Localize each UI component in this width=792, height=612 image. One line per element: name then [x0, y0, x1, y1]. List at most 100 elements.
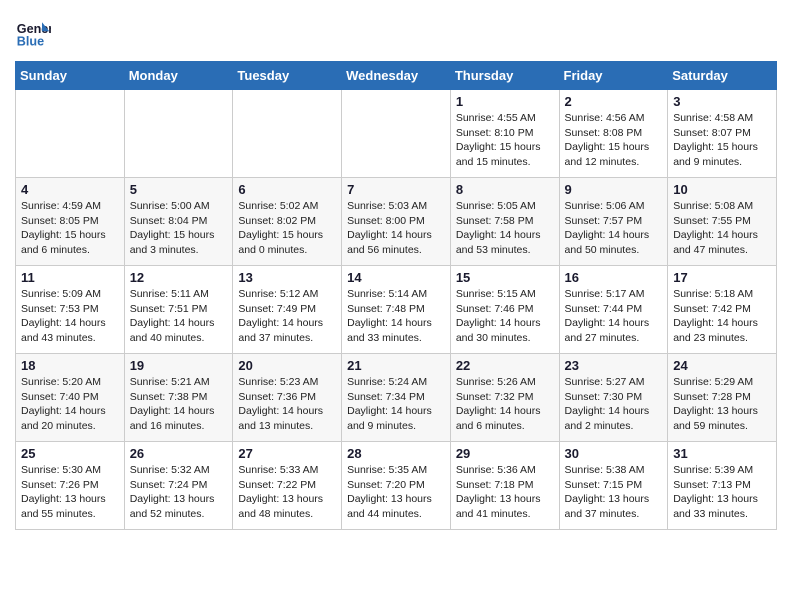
day-number: 8: [456, 182, 554, 197]
calendar-week-row: 11Sunrise: 5:09 AM Sunset: 7:53 PM Dayli…: [16, 266, 777, 354]
day-number: 25: [21, 446, 119, 461]
day-number: 26: [130, 446, 228, 461]
weekday-header: Tuesday: [233, 62, 342, 90]
day-number: 14: [347, 270, 445, 285]
weekday-header: Saturday: [668, 62, 777, 90]
day-info: Sunrise: 5:06 AM Sunset: 7:57 PM Dayligh…: [565, 199, 663, 258]
calendar-cell: 6 Sunrise: 5:02 AM Sunset: 8:02 PM Daylig…: [233, 178, 342, 266]
calendar-cell: 22Sunrise: 5:26 AM Sunset: 7:32 PM Dayli…: [450, 354, 559, 442]
day-number: 30: [565, 446, 663, 461]
weekday-row: SundayMondayTuesdayWednesdayThursdayFrid…: [16, 62, 777, 90]
day-number: 31: [673, 446, 771, 461]
day-info: Sunrise: 5:33 AM Sunset: 7:22 PM Dayligh…: [238, 463, 336, 522]
day-number: 11: [21, 270, 119, 285]
day-number: 3: [673, 94, 771, 109]
day-info: Sunrise: 5:23 AM Sunset: 7:36 PM Dayligh…: [238, 375, 336, 434]
day-info: Sunrise: 5:18 AM Sunset: 7:42 PM Dayligh…: [673, 287, 771, 346]
day-info: Sunrise: 5:15 AM Sunset: 7:46 PM Dayligh…: [456, 287, 554, 346]
calendar-cell: [124, 90, 233, 178]
calendar-cell: 24 Sunrise: 5:29 AM Sunset: 7:28 PM Dayli…: [668, 354, 777, 442]
day-info: Sunrise: 5:32 AM Sunset: 7:24 PM Dayligh…: [130, 463, 228, 522]
day-number: 22: [456, 358, 554, 373]
calendar-cell: 4 Sunrise: 4:59 AM Sunset: 8:05 PM Daylig…: [16, 178, 125, 266]
day-number: 9: [565, 182, 663, 197]
calendar-cell: 27 Sunrise: 5:33 AM Sunset: 7:22 PM Dayli…: [233, 442, 342, 530]
calendar-cell: 1Sunrise: 4:55 AM Sunset: 8:10 PM Daylig…: [450, 90, 559, 178]
calendar-cell: 29 Sunrise: 5:36 AM Sunset: 7:18 PM Dayli…: [450, 442, 559, 530]
calendar-cell: 12 Sunrise: 5:11 AM Sunset: 7:51 PM Dayli…: [124, 266, 233, 354]
calendar-cell: [342, 90, 451, 178]
day-info: Sunrise: 5:36 AM Sunset: 7:18 PM Dayligh…: [456, 463, 554, 522]
day-number: 15: [456, 270, 554, 285]
calendar-table: SundayMondayTuesdayWednesdayThursdayFrid…: [15, 61, 777, 530]
logo: General Blue: [15, 15, 55, 51]
day-info: Sunrise: 5:35 AM Sunset: 7:20 PM Dayligh…: [347, 463, 445, 522]
day-number: 18: [21, 358, 119, 373]
calendar-cell: [16, 90, 125, 178]
weekday-header: Friday: [559, 62, 668, 90]
day-info: Sunrise: 5:38 AM Sunset: 7:15 PM Dayligh…: [565, 463, 663, 522]
calendar-cell: 2Sunrise: 4:56 AM Sunset: 8:08 PM Daylig…: [559, 90, 668, 178]
calendar-cell: 8Sunrise: 5:05 AM Sunset: 7:58 PM Daylig…: [450, 178, 559, 266]
day-info: Sunrise: 5:39 AM Sunset: 7:13 PM Dayligh…: [673, 463, 771, 522]
day-info: Sunrise: 5:20 AM Sunset: 7:40 PM Dayligh…: [21, 375, 119, 434]
day-number: 7: [347, 182, 445, 197]
calendar-cell: 13Sunrise: 5:12 AM Sunset: 7:49 PM Dayli…: [233, 266, 342, 354]
calendar-week-row: 25 Sunrise: 5:30 AM Sunset: 7:26 PM Dayli…: [16, 442, 777, 530]
day-number: 1: [456, 94, 554, 109]
day-number: 4: [21, 182, 119, 197]
calendar-week-row: 18 Sunrise: 5:20 AM Sunset: 7:40 PM Dayli…: [16, 354, 777, 442]
day-info: Sunrise: 5:00 AM Sunset: 8:04 PM Dayligh…: [130, 199, 228, 258]
calendar-cell: 9 Sunrise: 5:06 AM Sunset: 7:57 PM Daylig…: [559, 178, 668, 266]
calendar-cell: [233, 90, 342, 178]
calendar-week-row: 1Sunrise: 4:55 AM Sunset: 8:10 PM Daylig…: [16, 90, 777, 178]
day-info: Sunrise: 4:58 AM Sunset: 8:07 PM Dayligh…: [673, 111, 771, 170]
day-number: 13: [238, 270, 336, 285]
weekday-header: Monday: [124, 62, 233, 90]
calendar-cell: 23 Sunrise: 5:27 AM Sunset: 7:30 PM Dayli…: [559, 354, 668, 442]
day-number: 28: [347, 446, 445, 461]
day-info: Sunrise: 4:59 AM Sunset: 8:05 PM Dayligh…: [21, 199, 119, 258]
calendar-cell: 30 Sunrise: 5:38 AM Sunset: 7:15 PM Dayli…: [559, 442, 668, 530]
day-number: 16: [565, 270, 663, 285]
day-info: Sunrise: 5:29 AM Sunset: 7:28 PM Dayligh…: [673, 375, 771, 434]
day-number: 2: [565, 94, 663, 109]
calendar-cell: 5 Sunrise: 5:00 AM Sunset: 8:04 PM Daylig…: [124, 178, 233, 266]
page-header: General Blue: [15, 15, 777, 51]
day-number: 5: [130, 182, 228, 197]
calendar-cell: 20 Sunrise: 5:23 AM Sunset: 7:36 PM Dayli…: [233, 354, 342, 442]
day-number: 19: [130, 358, 228, 373]
day-info: Sunrise: 5:14 AM Sunset: 7:48 PM Dayligh…: [347, 287, 445, 346]
calendar-cell: 3 Sunrise: 4:58 AM Sunset: 8:07 PM Daylig…: [668, 90, 777, 178]
day-number: 29: [456, 446, 554, 461]
calendar-week-row: 4 Sunrise: 4:59 AM Sunset: 8:05 PM Daylig…: [16, 178, 777, 266]
day-info: Sunrise: 5:24 AM Sunset: 7:34 PM Dayligh…: [347, 375, 445, 434]
day-number: 24: [673, 358, 771, 373]
day-number: 10: [673, 182, 771, 197]
day-info: Sunrise: 5:27 AM Sunset: 7:30 PM Dayligh…: [565, 375, 663, 434]
calendar-cell: 11Sunrise: 5:09 AM Sunset: 7:53 PM Dayli…: [16, 266, 125, 354]
calendar-cell: 17 Sunrise: 5:18 AM Sunset: 7:42 PM Dayli…: [668, 266, 777, 354]
day-number: 20: [238, 358, 336, 373]
day-info: Sunrise: 5:21 AM Sunset: 7:38 PM Dayligh…: [130, 375, 228, 434]
calendar-cell: 16Sunrise: 5:17 AM Sunset: 7:44 PM Dayli…: [559, 266, 668, 354]
calendar-cell: 7 Sunrise: 5:03 AM Sunset: 8:00 PM Daylig…: [342, 178, 451, 266]
day-info: Sunrise: 5:02 AM Sunset: 8:02 PM Dayligh…: [238, 199, 336, 258]
calendar-cell: 18 Sunrise: 5:20 AM Sunset: 7:40 PM Dayli…: [16, 354, 125, 442]
day-number: 27: [238, 446, 336, 461]
day-number: 23: [565, 358, 663, 373]
day-number: 6: [238, 182, 336, 197]
calendar-cell: 25 Sunrise: 5:30 AM Sunset: 7:26 PM Dayli…: [16, 442, 125, 530]
day-number: 17: [673, 270, 771, 285]
day-info: Sunrise: 5:11 AM Sunset: 7:51 PM Dayligh…: [130, 287, 228, 346]
day-number: 12: [130, 270, 228, 285]
day-info: Sunrise: 5:03 AM Sunset: 8:00 PM Dayligh…: [347, 199, 445, 258]
logo-icon: General Blue: [15, 15, 51, 51]
day-info: Sunrise: 5:30 AM Sunset: 7:26 PM Dayligh…: [21, 463, 119, 522]
day-info: Sunrise: 5:08 AM Sunset: 7:55 PM Dayligh…: [673, 199, 771, 258]
calendar-cell: 31 Sunrise: 5:39 AM Sunset: 7:13 PM Dayli…: [668, 442, 777, 530]
calendar-cell: 19 Sunrise: 5:21 AM Sunset: 7:38 PM Dayli…: [124, 354, 233, 442]
weekday-header: Wednesday: [342, 62, 451, 90]
day-number: 21: [347, 358, 445, 373]
calendar-body: 1Sunrise: 4:55 AM Sunset: 8:10 PM Daylig…: [16, 90, 777, 530]
